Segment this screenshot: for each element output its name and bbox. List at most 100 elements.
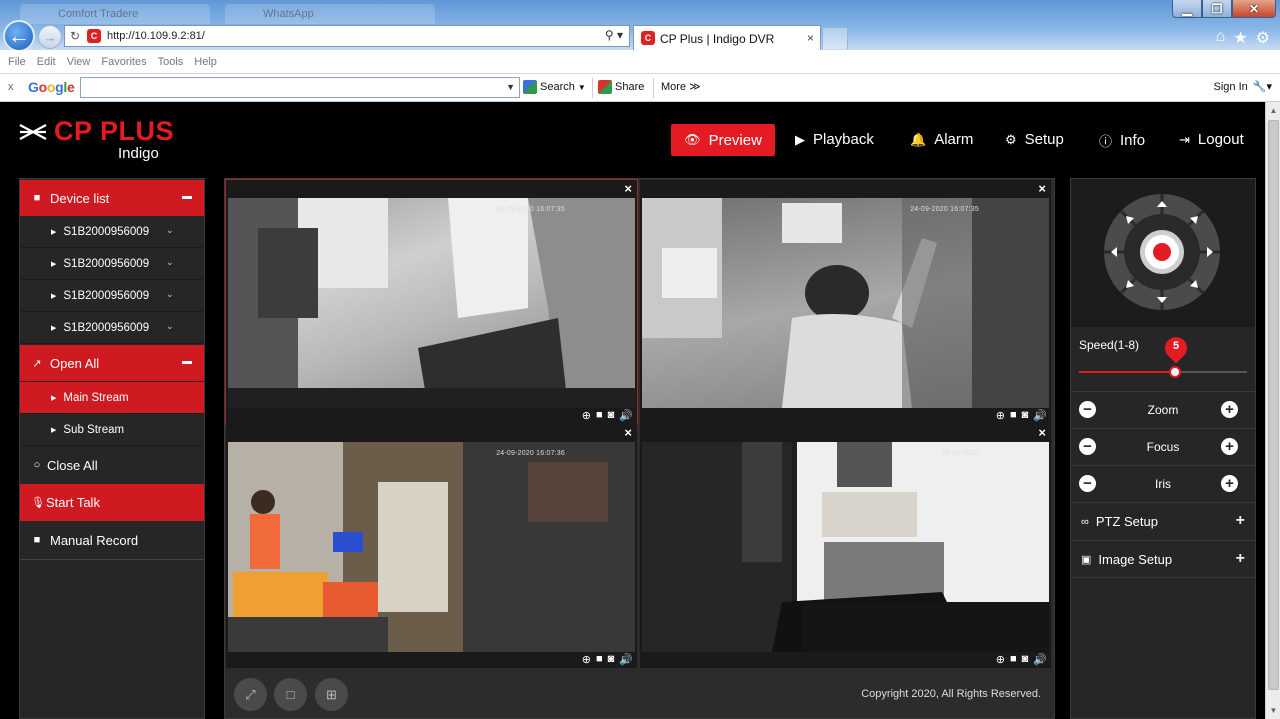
address-url[interactable]: http://10.109.9.2:81/ xyxy=(107,30,205,42)
device-item[interactable]: ▶ S1B2000956009 ⌄ xyxy=(20,248,204,280)
focus-minus-button[interactable]: − xyxy=(1079,438,1096,455)
menu-edit[interactable]: Edit xyxy=(37,56,56,68)
close-pane-icon[interactable]: × xyxy=(624,181,632,196)
video-pane[interactable]: × 24-09-2020 16:07:35 ⊕ ■ ◙ 🔊 xyxy=(640,180,1051,424)
snapshot-camera-icon[interactable]: ◙ xyxy=(608,409,615,422)
menu-view[interactable]: View xyxy=(67,56,91,68)
back-button[interactable]: ← xyxy=(3,20,35,52)
close-pane-icon[interactable]: × xyxy=(1038,181,1046,196)
close-pane-icon[interactable]: × xyxy=(624,425,632,440)
ptz-setup-section[interactable]: ∞ PTZ Setup + xyxy=(1071,502,1255,540)
main-stream-option[interactable]: ▶ Main Stream xyxy=(20,382,204,414)
nav-setup[interactable]: ⚙ Setup xyxy=(1005,131,1064,148)
page-scrollbar[interactable]: ▲ ▼ xyxy=(1265,102,1280,719)
snapshot-camera-icon[interactable]: ◙ xyxy=(1022,653,1029,666)
record-video-icon[interactable]: ■ xyxy=(1010,409,1017,422)
background-tab-1[interactable]: Comfort Tradere xyxy=(20,4,210,24)
chevron-down-icon[interactable]: ⌄ xyxy=(166,257,174,268)
toolbar-share-button[interactable]: Share xyxy=(598,80,644,94)
record-video-icon[interactable]: ■ xyxy=(596,653,603,666)
background-tab-2[interactable]: WhatsApp xyxy=(225,4,435,24)
volume-icon[interactable]: 🔊 xyxy=(619,409,633,422)
chevron-down-icon[interactable]: ⌄ xyxy=(166,289,174,300)
nav-logout[interactable]: ⇥ Logout xyxy=(1179,131,1244,148)
new-tab-button[interactable] xyxy=(822,27,848,49)
record-video-icon[interactable]: ■ xyxy=(596,409,603,422)
close-all-button[interactable]: ○ Close All xyxy=(20,447,204,483)
maximize-button[interactable]: ❐ xyxy=(1202,0,1232,18)
nav-playback[interactable]: ▶ Playback xyxy=(795,131,874,148)
camera-feed[interactable]: 24-09-2020 xyxy=(642,442,1049,652)
chevron-down-icon[interactable]: ⌄ xyxy=(166,321,174,332)
expand-plus-icon[interactable]: + xyxy=(1236,550,1245,568)
volume-icon[interactable]: 🔊 xyxy=(1033,409,1047,422)
snapshot-camera-icon[interactable]: ◙ xyxy=(1022,409,1029,422)
zoom-in-icon[interactable]: ⊕ xyxy=(582,653,591,666)
video-pane[interactable]: × 24-09-2020 ⊕ ■ ◙ 🔊 xyxy=(640,424,1051,668)
google-search-input[interactable]: ▼ xyxy=(80,77,520,98)
collapse-minus-icon[interactable] xyxy=(182,361,192,364)
speed-slider[interactable] xyxy=(1079,366,1247,378)
collapse-minus-icon[interactable] xyxy=(182,196,192,199)
single-view-button[interactable]: □ xyxy=(274,678,307,711)
nav-alarm[interactable]: 🔔 Alarm xyxy=(910,131,973,148)
zoom-in-icon[interactable]: ⊕ xyxy=(996,409,1005,422)
iris-plus-button[interactable]: + xyxy=(1221,475,1238,492)
zoom-in-button[interactable]: + xyxy=(1221,401,1238,418)
refresh-icon[interactable]: ↻ xyxy=(70,29,80,43)
fullscreen-button[interactable]: ⤢ xyxy=(234,678,267,711)
camera-feed[interactable]: 24-09-2020 16:07:35 xyxy=(642,198,1049,408)
zoom-in-icon[interactable]: ⊕ xyxy=(996,653,1005,666)
iris-minus-button[interactable]: − xyxy=(1079,475,1096,492)
address-bar[interactable]: ↻ C http://10.109.9.2:81/ ⚲ ▾ xyxy=(64,25,630,47)
close-pane-icon[interactable]: × xyxy=(1038,425,1046,440)
active-tab[interactable]: C CP Plus | Indigo DVR × xyxy=(633,25,821,50)
menu-favorites[interactable]: Favorites xyxy=(101,56,146,68)
search-dropdown-arrow-icon[interactable]: ▼ xyxy=(578,83,586,92)
chevron-down-icon[interactable]: ⌄ xyxy=(166,225,174,236)
favorites-star-icon[interactable]: ★ xyxy=(1233,28,1247,48)
volume-icon[interactable]: 🔊 xyxy=(619,653,633,666)
zoom-in-icon[interactable]: ⊕ xyxy=(582,409,591,422)
scrollbar-thumb[interactable] xyxy=(1268,120,1279,690)
snapshot-camera-icon[interactable]: ◙ xyxy=(608,653,615,666)
ptz-direction-pad[interactable] xyxy=(1071,179,1255,327)
quad-view-button[interactable]: ⊞ xyxy=(315,678,348,711)
zoom-out-button[interactable]: − xyxy=(1079,401,1096,418)
toolbar-close-button[interactable]: x xyxy=(8,81,14,93)
image-setup-section[interactable]: ▣ Image Setup + xyxy=(1071,540,1255,578)
minimize-button[interactable]: ▁ xyxy=(1172,0,1202,18)
focus-plus-button[interactable]: + xyxy=(1221,438,1238,455)
record-video-icon[interactable]: ■ xyxy=(1010,653,1017,666)
settings-gear-icon[interactable]: ⚙ xyxy=(1256,28,1270,48)
forward-button[interactable]: → xyxy=(38,25,62,49)
wrench-icon[interactable]: 🔧▾ xyxy=(1253,80,1272,93)
video-pane[interactable]: × 24-09-2020 16:07:35 ⊕ ■ ◙ 🔊 xyxy=(225,179,638,425)
manual-record-button[interactable]: ■ Manual Record xyxy=(20,522,204,558)
signin-label[interactable]: Sign In xyxy=(1214,81,1248,93)
speed-slider-knob[interactable] xyxy=(1169,366,1181,378)
expand-plus-icon[interactable]: + xyxy=(1236,512,1245,530)
volume-icon[interactable]: 🔊 xyxy=(1033,653,1047,666)
camera-feed[interactable]: 24-09-2020 16:07:35 xyxy=(228,198,635,408)
open-all-header[interactable]: ↗ Open All xyxy=(20,345,204,381)
menu-tools[interactable]: Tools xyxy=(158,56,184,68)
tab-close-icon[interactable]: × xyxy=(807,31,814,45)
sub-stream-option[interactable]: ▶ Sub Stream xyxy=(20,414,204,446)
address-search-icon[interactable]: ⚲ ▾ xyxy=(605,28,623,42)
toolbar-signin[interactable]: Sign In 🔧▾ xyxy=(1214,80,1272,94)
nav-preview[interactable]: 👁 Preview xyxy=(671,124,775,156)
toolbar-search-button[interactable]: Search ▼ xyxy=(523,80,586,94)
video-pane[interactable]: × 24-09-2020 16:07:36 ⊕ ■ ◙ 🔊 xyxy=(226,424,637,668)
nav-info[interactable]: ⓘ Info xyxy=(1099,131,1145,150)
scroll-down-arrow-icon[interactable]: ▼ xyxy=(1266,702,1280,719)
toolbar-more-button[interactable]: More ≫ xyxy=(661,80,701,93)
home-icon[interactable]: ⌂ xyxy=(1216,28,1226,48)
device-list-header[interactable]: ■ Device list xyxy=(20,180,204,216)
start-talk-button[interactable]: 🎙 Start Talk xyxy=(20,484,204,521)
camera-feed[interactable]: 24-09-2020 16:07:36 xyxy=(228,442,635,652)
menu-file[interactable]: File xyxy=(8,56,26,68)
device-item[interactable]: ▶ S1B2000956009 ⌄ xyxy=(20,216,204,248)
menu-help[interactable]: Help xyxy=(194,56,217,68)
device-item[interactable]: ▶ S1B2000956009 ⌄ xyxy=(20,280,204,312)
